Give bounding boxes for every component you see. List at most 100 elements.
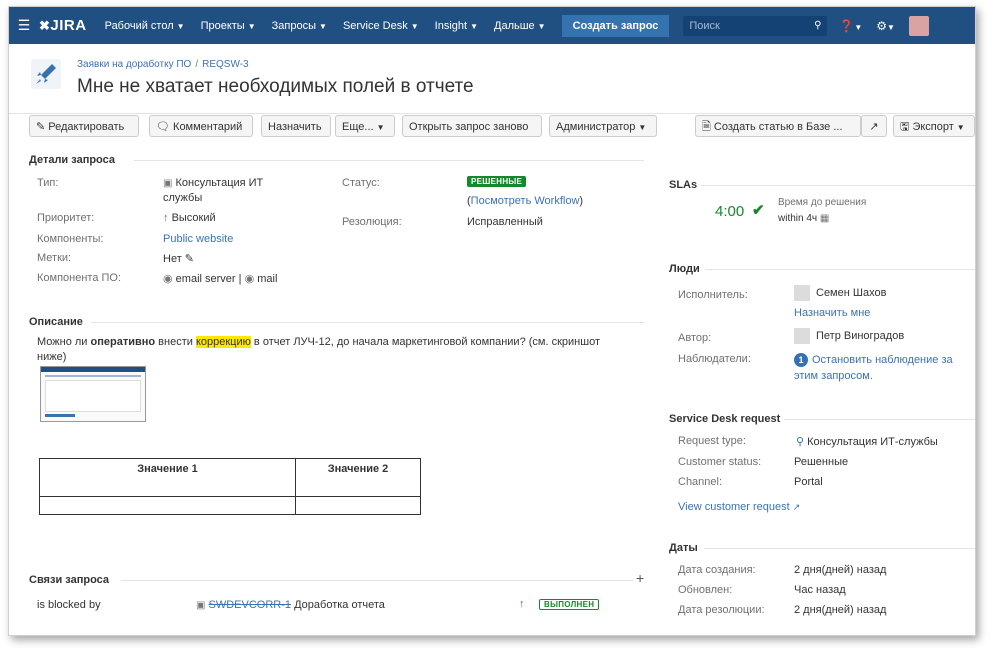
- app-menu-icon[interactable]: ☰: [9, 17, 39, 34]
- external-link-icon: ↗: [792, 502, 801, 512]
- priority-high-icon: ↑: [163, 212, 169, 224]
- watch-toggle[interactable]: 1 Остановить наблюдение за этим запросом.: [794, 352, 953, 384]
- nav-projects[interactable]: Проекты ▼: [201, 20, 256, 32]
- assignee-label: Исполнитель:: [678, 289, 748, 301]
- sla-time: 4:00: [715, 203, 745, 220]
- chevron-down-icon: ▼: [638, 123, 647, 132]
- created-label: Дата создания:: [678, 564, 756, 576]
- service-request-icon: ▣: [163, 178, 173, 189]
- screenshot-thumbnail[interactable]: [40, 366, 146, 422]
- share-icon: ↗: [869, 121, 879, 133]
- type-value-cont: службы: [163, 192, 203, 204]
- watchers-label: Наблюдатели:: [678, 353, 751, 365]
- details-title: Детали запроса: [29, 154, 116, 166]
- nav-dashboard[interactable]: Рабочий стол ▼: [105, 20, 185, 32]
- divider: [704, 548, 975, 549]
- resolved-value: 2 дня(дней) назад: [794, 604, 887, 616]
- reporter-label: Автор:: [678, 332, 712, 344]
- export-button[interactable]: 🖫 Экспорт ▼: [893, 115, 975, 137]
- status-label: Статус:: [342, 177, 380, 189]
- resolution-label: Резолюция:: [342, 216, 402, 228]
- table-cell: [295, 496, 421, 515]
- assignee-value[interactable]: Семен Шахов: [794, 285, 886, 301]
- admin-button[interactable]: Администратор ▼: [549, 115, 657, 137]
- globe-icon: ◉: [244, 273, 255, 285]
- priority-value: ↑ Высокий: [163, 212, 216, 224]
- updated-value: Час назад: [794, 584, 846, 596]
- avatar: [794, 328, 810, 344]
- divider: [121, 580, 633, 581]
- assign-button[interactable]: Назначить: [261, 115, 331, 137]
- sw-component-value: ◉ email server | ◉ mail: [163, 273, 278, 285]
- issue-header: Заявки на доработку ПО / REQSW-3 Мне не хв…: [9, 45, 975, 114]
- table-header: Значение 2: [295, 458, 421, 497]
- view-customer-request-link[interactable]: View customer request ↗: [678, 501, 800, 513]
- breadcrumb: Заявки на доработку ПО / REQSW-3: [77, 59, 249, 70]
- chevron-down-icon: ▼: [376, 123, 385, 132]
- sla-name: Время до решения: [778, 197, 867, 208]
- divider: [784, 419, 975, 420]
- values-table: Значение 1 Значение 2: [39, 458, 421, 515]
- comment-icon: 🗨: [156, 121, 170, 133]
- divider: [134, 160, 644, 161]
- share-button[interactable]: ↗: [861, 115, 887, 137]
- link-relation: is blocked by: [37, 599, 101, 611]
- chevron-down-icon: ▼: [176, 21, 185, 31]
- labels-value: Нет ✎: [163, 253, 195, 265]
- create-kb-article-button[interactable]: 🗎 Создать статью в Базе ...: [695, 115, 861, 137]
- chevron-down-icon: ▼: [319, 21, 327, 31]
- request-type-label: Request type:: [678, 435, 746, 447]
- chevron-down-icon: ▼: [470, 21, 478, 31]
- channel-label: Channel:: [678, 476, 723, 488]
- reporter-value[interactable]: Петр Виноградов: [794, 328, 904, 344]
- request-type-value: ⚲ Консультация ИТ-службы: [796, 436, 938, 448]
- add-link-button[interactable]: +: [636, 570, 644, 586]
- breadcrumb-project[interactable]: Заявки на доработку ПО: [77, 59, 191, 70]
- type-label: Тип:: [37, 177, 59, 189]
- chevron-down-icon: ▼: [956, 123, 965, 132]
- components-value[interactable]: Public website: [163, 233, 233, 245]
- search-input[interactable]: Поиск ⚲: [683, 15, 828, 36]
- nav-insight[interactable]: Insight ▼: [435, 20, 478, 32]
- description-title: Описание: [29, 316, 83, 328]
- edit-button[interactable]: ✎ Редактировать: [29, 115, 139, 137]
- reopen-button[interactable]: Открыть запрос заново: [402, 115, 542, 137]
- user-avatar[interactable]: [908, 15, 929, 36]
- created-value: 2 дня(дней) назад: [794, 564, 887, 576]
- linked-issue-key[interactable]: SWDEVCORR-1: [209, 599, 292, 611]
- pencil-icon[interactable]: ✎: [185, 253, 194, 265]
- search-icon: ⚲: [814, 20, 822, 31]
- more-button[interactable]: Еще... ▼: [335, 115, 395, 137]
- issue-type-icon: ▣: [196, 600, 206, 611]
- person-icon: ⚲: [796, 436, 805, 448]
- issue-toolbar: ✎ Редактировать 🗨 Комментарий Назначить …: [9, 115, 975, 141]
- status-value: РЕШЕННЫЕ: [467, 175, 527, 187]
- priority-high-icon: ↑: [519, 598, 525, 610]
- nav-more[interactable]: Дальше ▼: [494, 20, 546, 32]
- linked-issue-status: ВЫПОЛНЕН: [539, 598, 600, 610]
- top-nav: ☰ ✖JIRA Рабочий стол ▼ Проекты ▼ Запросы ▼ …: [9, 7, 975, 44]
- workflow-link[interactable]: (Посмотреть Workflow): [467, 195, 583, 207]
- table-header: Значение 1: [39, 458, 296, 497]
- type-value: ▣ Консультация ИТ: [163, 177, 264, 189]
- sla-title: SLAs: [669, 179, 698, 191]
- channel-value: Portal: [794, 476, 823, 488]
- help-icon[interactable]: ❓▼: [839, 19, 862, 33]
- gear-icon[interactable]: ⚙▼: [876, 19, 895, 33]
- assign-to-me-link[interactable]: Назначить мне: [794, 307, 870, 319]
- check-icon: ✔: [752, 202, 765, 219]
- table-cell: [39, 496, 296, 515]
- nav-issues[interactable]: Запросы ▼: [272, 20, 327, 32]
- breadcrumb-issue-key[interactable]: REQSW-3: [202, 59, 249, 70]
- document-icon: 🗎: [702, 121, 711, 133]
- nav-service-desk[interactable]: Service Desk ▼: [343, 20, 419, 32]
- watchers-count: 1: [794, 353, 808, 367]
- comment-button[interactable]: 🗨 Комментарий: [149, 115, 253, 137]
- jira-logo[interactable]: ✖JIRA: [39, 17, 87, 34]
- resolution-value: Исправленный: [467, 216, 543, 228]
- page-title: Мне не хватает необходимых полей в отчет…: [77, 76, 474, 97]
- create-issue-button[interactable]: Создать запрос: [561, 14, 670, 37]
- customer-status-value: Решенные: [794, 456, 849, 468]
- sw-component-label: Компонента ПО:: [37, 272, 122, 284]
- labels-label: Метки:: [37, 252, 72, 264]
